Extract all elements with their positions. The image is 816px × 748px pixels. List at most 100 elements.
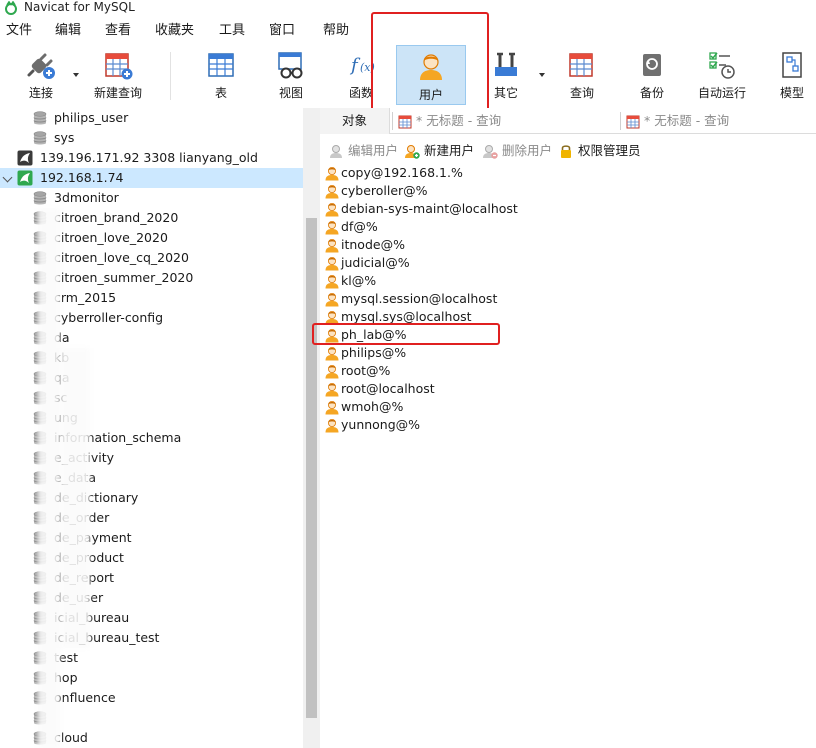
tree-database-item[interactable]: sys xyxy=(0,128,303,148)
menu-edit[interactable]: 编辑 xyxy=(55,22,81,40)
model-icon xyxy=(782,52,802,78)
user-icon xyxy=(324,345,340,361)
privilege-manager-button[interactable]: 权限管理员 xyxy=(558,142,658,160)
user-icon xyxy=(324,381,340,397)
tree-connection-active[interactable]: 192.168.1.74 xyxy=(0,168,303,188)
user-list-item-label: philips@% xyxy=(341,345,407,360)
lock-icon xyxy=(561,145,571,158)
user-icon xyxy=(324,291,340,307)
user-list: copy@192.168.1.% cyberoller@% debian-sys-m… xyxy=(320,164,816,748)
menu-window[interactable]: 窗口 xyxy=(269,22,295,40)
menu-file[interactable]: 文件 xyxy=(6,22,32,40)
delete-user-label: 删除用户 xyxy=(502,143,553,158)
user-list-item-label: ph_lab@% xyxy=(341,327,407,342)
svg-text:(x): (x) xyxy=(360,61,375,74)
main-toolbar: 连接 新建查询 表 视图 f (x) 函数 用户 其它 查询 备份 自动运行 模… xyxy=(0,44,816,108)
user-list-item[interactable]: kl@% xyxy=(320,272,816,290)
user-list-item[interactable]: mysql.sys@localhost xyxy=(320,308,816,326)
edit-user-label: 编辑用户 xyxy=(348,143,399,158)
tab-query-2-label: * 无标题 - 查询 xyxy=(644,113,730,128)
function-button[interactable]: f (x) 函数 xyxy=(336,44,386,104)
menu-favorites[interactable]: 收藏夹 xyxy=(155,22,194,40)
user-list-item[interactable]: wmoh@% xyxy=(320,398,816,416)
obscured-region xyxy=(38,208,60,748)
user-list-item-label: kl@% xyxy=(341,273,377,288)
user-list-item[interactable]: copy@192.168.1.% xyxy=(320,164,816,182)
user-list-item-label: root@% xyxy=(341,363,391,378)
tree-database-item[interactable]: 3dmonitor xyxy=(0,188,303,208)
user-list-item[interactable]: philips@% xyxy=(320,344,816,362)
backup-button[interactable]: 备份 xyxy=(627,44,677,104)
database-icon xyxy=(33,111,47,126)
tree-database-label: philips_user xyxy=(54,110,129,125)
connect-label: 连接 xyxy=(28,86,53,100)
tree-scrollbar-thumb[interactable] xyxy=(306,218,317,718)
new-query-button[interactable]: 新建查询 xyxy=(88,44,148,104)
tab-objects[interactable]: 对象 xyxy=(320,108,390,134)
menu-bar: 文件 编辑 查看 收藏夹 工具 窗口 帮助 xyxy=(0,18,816,44)
tab-query-2[interactable]: * 无标题 - 查询 xyxy=(626,108,729,134)
tree-database-label: crm_2015 xyxy=(54,290,117,305)
expand-chevron-icon[interactable] xyxy=(2,172,13,183)
user-list-item[interactable]: judicial@% xyxy=(320,254,816,272)
user-list-item-label: mysql.sys@localhost xyxy=(341,309,472,324)
tree-database-label: cyberroller-config xyxy=(54,310,164,325)
mysql-connection-icon xyxy=(17,170,33,186)
user-icon xyxy=(420,54,442,80)
user-button[interactable]: 用户 xyxy=(396,45,466,105)
user-list-item[interactable]: df@% xyxy=(320,218,816,236)
database-icon xyxy=(33,131,47,146)
obscured-region xyxy=(60,348,90,648)
new-user-icon xyxy=(405,145,420,159)
user-list-item[interactable]: yunnong@% xyxy=(320,416,816,434)
toolbar-separator xyxy=(170,52,171,100)
delete-user-button[interactable]: 删除用户 xyxy=(482,142,562,160)
delete-user-icon xyxy=(483,145,498,159)
table-button[interactable]: 表 xyxy=(196,44,246,104)
user-list-item[interactable]: cyberoller@% xyxy=(320,182,816,200)
user-list-item[interactable]: mysql.session@localhost xyxy=(320,290,816,308)
function-icon: f (x) xyxy=(349,55,375,76)
new-user-label: 新建用户 xyxy=(424,143,475,158)
other-button[interactable]: 其它 xyxy=(483,44,529,104)
user-list-item[interactable]: itnode@% xyxy=(320,236,816,254)
tree-connection-old[interactable]: 139.196.171.92 3308 lianyang_old xyxy=(0,148,303,168)
edit-user-button[interactable]: 编辑用户 xyxy=(328,142,408,160)
other-dropdown-icon[interactable] xyxy=(539,73,545,77)
user-icon xyxy=(324,183,340,199)
privilege-manager-label: 权限管理员 xyxy=(578,143,641,158)
user-icon xyxy=(324,327,340,343)
connect-dropdown-icon[interactable] xyxy=(73,73,79,77)
user-list-item[interactable]: root@localhost xyxy=(320,380,816,398)
user-icon xyxy=(324,237,340,253)
user-list-item[interactable]: ph_lab@% xyxy=(320,326,816,344)
query-tab-icon xyxy=(398,115,412,128)
table-label: 表 xyxy=(214,86,227,100)
tree-database-label: citroen_summer_2020 xyxy=(54,270,194,285)
tree-database-item[interactable]: philips_user xyxy=(0,108,303,128)
user-list-item[interactable]: debian-sys-maint@localhost xyxy=(320,200,816,218)
view-button[interactable]: 视图 xyxy=(266,44,316,104)
user-list-item-label: debian-sys-maint@localhost xyxy=(341,201,518,216)
connect-button[interactable]: 连接 xyxy=(14,44,68,104)
model-button[interactable]: 模型 xyxy=(770,44,814,104)
user-list-item-label: root@localhost xyxy=(341,381,435,396)
user-list-item[interactable]: root@% xyxy=(320,362,816,380)
tab-query-1[interactable]: * 无标题 - 查询 xyxy=(398,108,501,134)
tree-scrollbar[interactable] xyxy=(303,108,320,748)
function-label: 函数 xyxy=(348,86,373,100)
tab-bar: 对象 * 无标题 - 查询 * 无标题 - 查询 xyxy=(320,108,816,134)
user-list-item-label: judicial@% xyxy=(341,255,410,270)
tree-connection-label: 139.196.171.92 3308 lianyang_old xyxy=(40,150,258,165)
user-list-item-label: itnode@% xyxy=(341,237,405,252)
query-button[interactable]: 查询 xyxy=(557,44,607,104)
user-icon xyxy=(324,309,340,325)
menu-help[interactable]: 帮助 xyxy=(323,22,349,40)
menu-tools[interactable]: 工具 xyxy=(219,22,245,40)
backup-label: 备份 xyxy=(639,86,664,100)
tree-database-label: citroen_brand_2020 xyxy=(54,210,179,225)
new-user-button[interactable]: 新建用户 xyxy=(404,142,484,160)
tree-database-label: 3dmonitor xyxy=(54,190,119,205)
menu-view[interactable]: 查看 xyxy=(105,22,131,40)
automation-button[interactable]: 自动运行 xyxy=(690,44,754,104)
